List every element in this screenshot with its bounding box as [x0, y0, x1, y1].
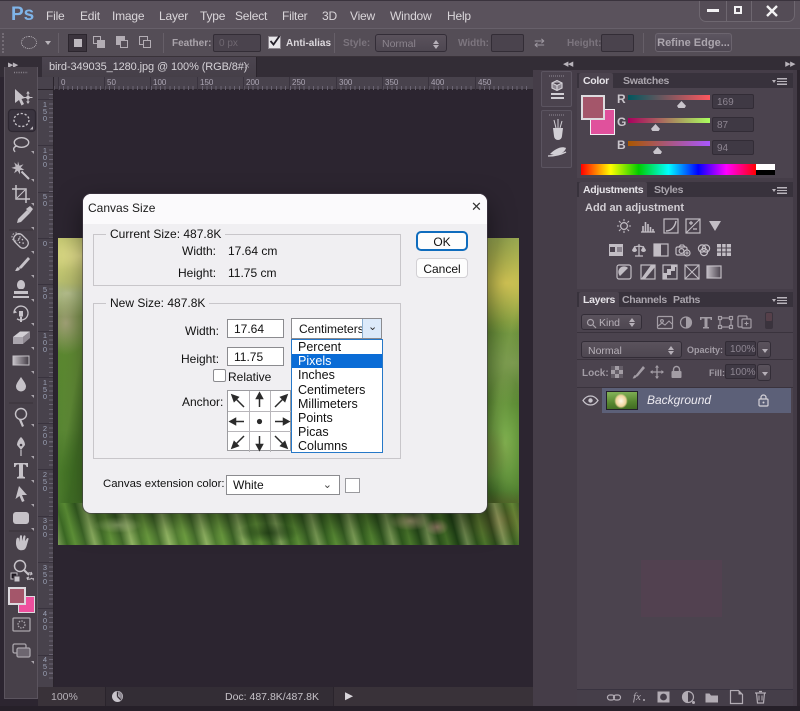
svg-text:fx: fx [633, 691, 641, 703]
